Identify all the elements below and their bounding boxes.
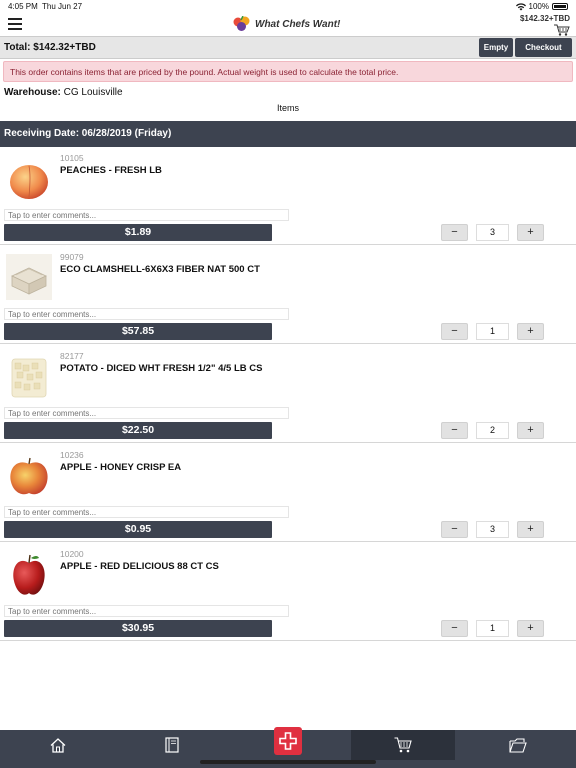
item-name: APPLE - HONEY CRISP EA	[60, 462, 182, 473]
add-item-button[interactable]	[274, 727, 302, 755]
list-item: 82177 POTATO - DICED WHT FRESH 1/2" 4/5 …	[0, 345, 576, 443]
tab-catalog[interactable]	[120, 730, 224, 760]
item-name: PEACHES - FRESH LB	[60, 165, 162, 176]
battery-icon	[552, 3, 568, 10]
brand-name: What Chefs Want!	[255, 18, 341, 30]
decrement-button[interactable]: −	[441, 620, 468, 637]
status-right: 100%	[515, 2, 568, 11]
decrement-button[interactable]: −	[441, 521, 468, 538]
warehouse-label: Warehouse:	[4, 87, 61, 98]
item-name: ECO CLAMSHELL-6X6X3 FIBER NAT 500 CT	[60, 264, 260, 275]
warehouse-value: CG Louisville	[63, 87, 123, 98]
item-price[interactable]: $57.85	[4, 323, 272, 340]
list-item: 10236 APPLE - HONEY CRISP EA $0.95 − 3 +	[0, 444, 576, 542]
decrement-button[interactable]: −	[441, 422, 468, 439]
item-name: APPLE - RED DELICIOUS 88 CT CS	[60, 561, 219, 572]
potato-image	[11, 358, 47, 398]
brand-logo: What Chefs Want!	[232, 16, 340, 32]
home-icon	[50, 737, 66, 753]
increment-button[interactable]: +	[517, 620, 544, 637]
battery-percent: 100%	[528, 2, 549, 11]
totals-bar: Total: $142.32+TBD Empty Checkout	[0, 36, 576, 59]
app-header: What Chefs Want! $142.32+TBD	[0, 14, 576, 36]
comment-input[interactable]	[4, 209, 289, 221]
item-price[interactable]: $30.95	[4, 620, 272, 637]
item-price[interactable]: $0.95	[4, 521, 272, 538]
peach-image	[10, 165, 48, 199]
comment-input[interactable]	[4, 605, 289, 617]
item-code: 10236	[60, 450, 84, 460]
home-indicator	[200, 760, 376, 764]
quantity-field[interactable]: 1	[476, 323, 509, 340]
list-item: 10105 PEACHES - FRESH LB $1.89 − 3 +	[0, 147, 576, 245]
items-heading: Items	[276, 103, 299, 113]
quantity-field[interactable]: 2	[476, 422, 509, 439]
tab-orders[interactable]	[466, 730, 570, 760]
quantity-field[interactable]: 3	[476, 521, 509, 538]
item-code: 10105	[60, 153, 84, 163]
item-code: 99079	[60, 252, 84, 262]
increment-button[interactable]: +	[517, 224, 544, 241]
apple-image	[10, 457, 48, 495]
plus-cross-icon	[279, 732, 297, 750]
pricing-notice: This order contains items that are price…	[3, 61, 573, 82]
list-item: 99079 ECO CLAMSHELL-6X6X3 FIBER NAT 500 …	[0, 246, 576, 344]
comment-input[interactable]	[4, 506, 289, 518]
checkout-button[interactable]: Checkout	[515, 38, 572, 57]
comment-input[interactable]	[4, 308, 289, 320]
menu-icon[interactable]	[8, 18, 22, 30]
header-cart[interactable]: $142.32+TBD	[520, 14, 570, 36]
item-code: 10200	[60, 549, 84, 559]
status-time: 4:05 PM	[8, 2, 38, 11]
increment-button[interactable]: +	[517, 323, 544, 340]
order-total: Total: $142.32+TBD	[4, 42, 96, 53]
book-icon	[165, 737, 179, 753]
item-price[interactable]: $1.89	[4, 224, 272, 241]
cart-icon	[554, 24, 570, 36]
tab-home[interactable]	[6, 730, 110, 760]
wifi-icon	[515, 2, 526, 10]
decrement-button[interactable]: −	[441, 224, 468, 241]
clamshell-image	[6, 254, 52, 300]
header-cart-total: $142.32+TBD	[519, 14, 570, 23]
decrement-button[interactable]: −	[441, 323, 468, 340]
increment-button[interactable]: +	[517, 521, 544, 538]
increment-button[interactable]: +	[517, 422, 544, 439]
item-price[interactable]: $22.50	[4, 422, 272, 439]
receiving-date-bar: Receiving Date: 06/28/2019 (Friday)	[0, 121, 576, 147]
logo-icon	[233, 16, 250, 31]
status-bar: 4:05 PM Thu Jun 27 100%	[0, 0, 576, 14]
comment-input[interactable]	[4, 407, 289, 419]
list-item: 10200 APPLE - RED DELICIOUS 88 CT CS $30…	[0, 543, 576, 641]
status-date: Thu Jun 27	[42, 2, 83, 11]
item-code: 82177	[60, 351, 84, 361]
item-name: POTATO - DICED WHT FRESH 1/2" 4/5 LB CS	[60, 363, 263, 374]
red-apple-image	[13, 554, 45, 595]
warehouse: Warehouse: CG Louisville	[4, 87, 123, 98]
cart-tab-icon	[394, 737, 412, 753]
quantity-field[interactable]: 1	[476, 620, 509, 637]
tab-cart[interactable]	[351, 730, 455, 760]
folder-icon	[509, 737, 527, 753]
quantity-field[interactable]: 3	[476, 224, 509, 241]
empty-button[interactable]: Empty	[479, 38, 513, 57]
